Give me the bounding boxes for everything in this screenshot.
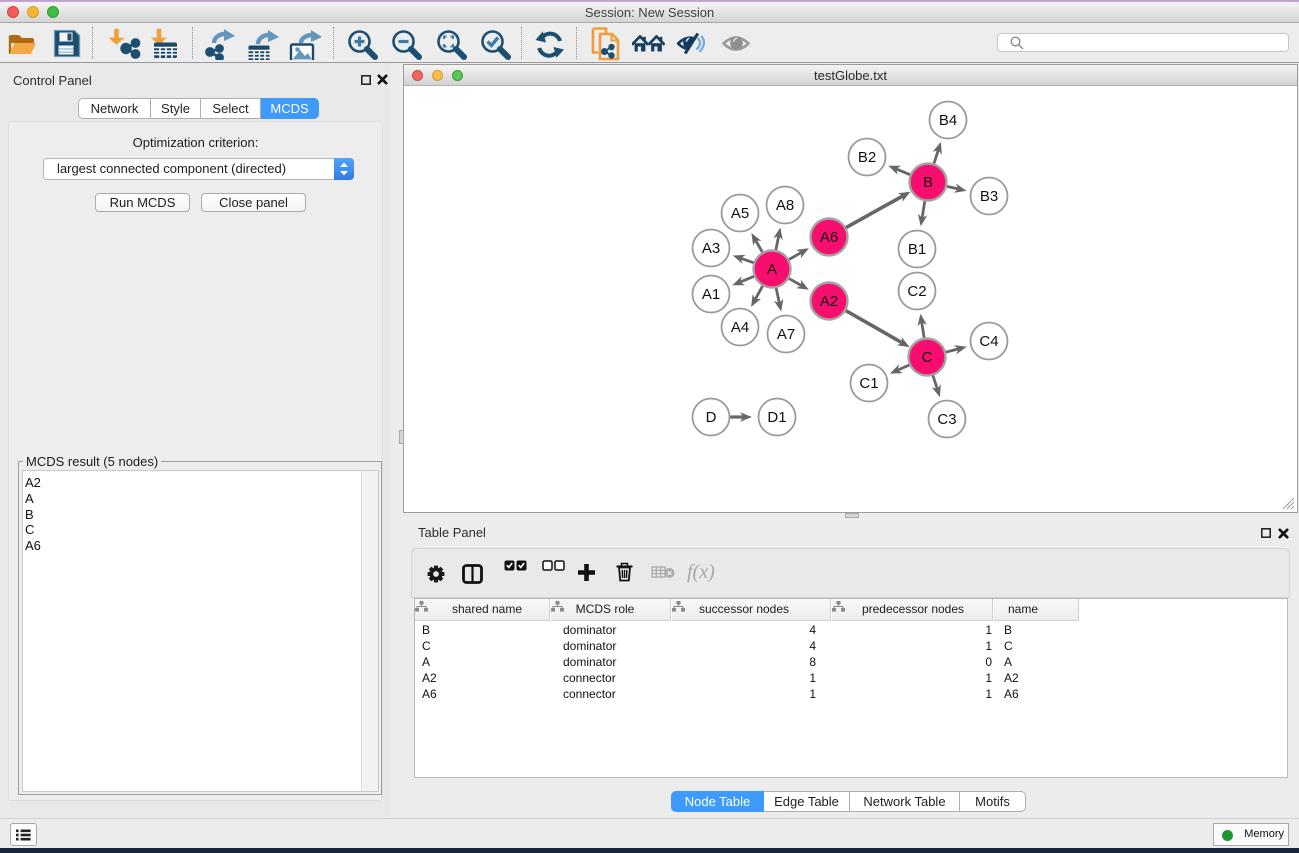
svg-text:A5: A5 [731, 205, 749, 222]
svg-text:C4: C4 [979, 333, 998, 350]
svg-text:B1: B1 [908, 241, 926, 258]
svg-text:C2: C2 [907, 283, 926, 300]
svg-text:B4: B4 [939, 112, 957, 129]
svg-text:C3: C3 [937, 411, 956, 428]
svg-text:A3: A3 [702, 240, 720, 257]
svg-text:B: B [923, 174, 933, 191]
svg-text:C1: C1 [859, 375, 878, 392]
svg-text:D: D [706, 409, 717, 426]
svg-text:A: A [767, 261, 777, 278]
svg-text:A8: A8 [776, 197, 794, 214]
svg-text:A4: A4 [731, 319, 749, 336]
svg-text:B3: B3 [980, 188, 998, 205]
svg-text:A7: A7 [777, 326, 795, 343]
svg-text:A1: A1 [702, 286, 720, 303]
svg-text:A6: A6 [820, 229, 838, 246]
svg-text:C: C [922, 349, 933, 366]
svg-text:A2: A2 [820, 293, 838, 310]
svg-text:D1: D1 [767, 409, 786, 426]
svg-text:B2: B2 [858, 149, 876, 166]
